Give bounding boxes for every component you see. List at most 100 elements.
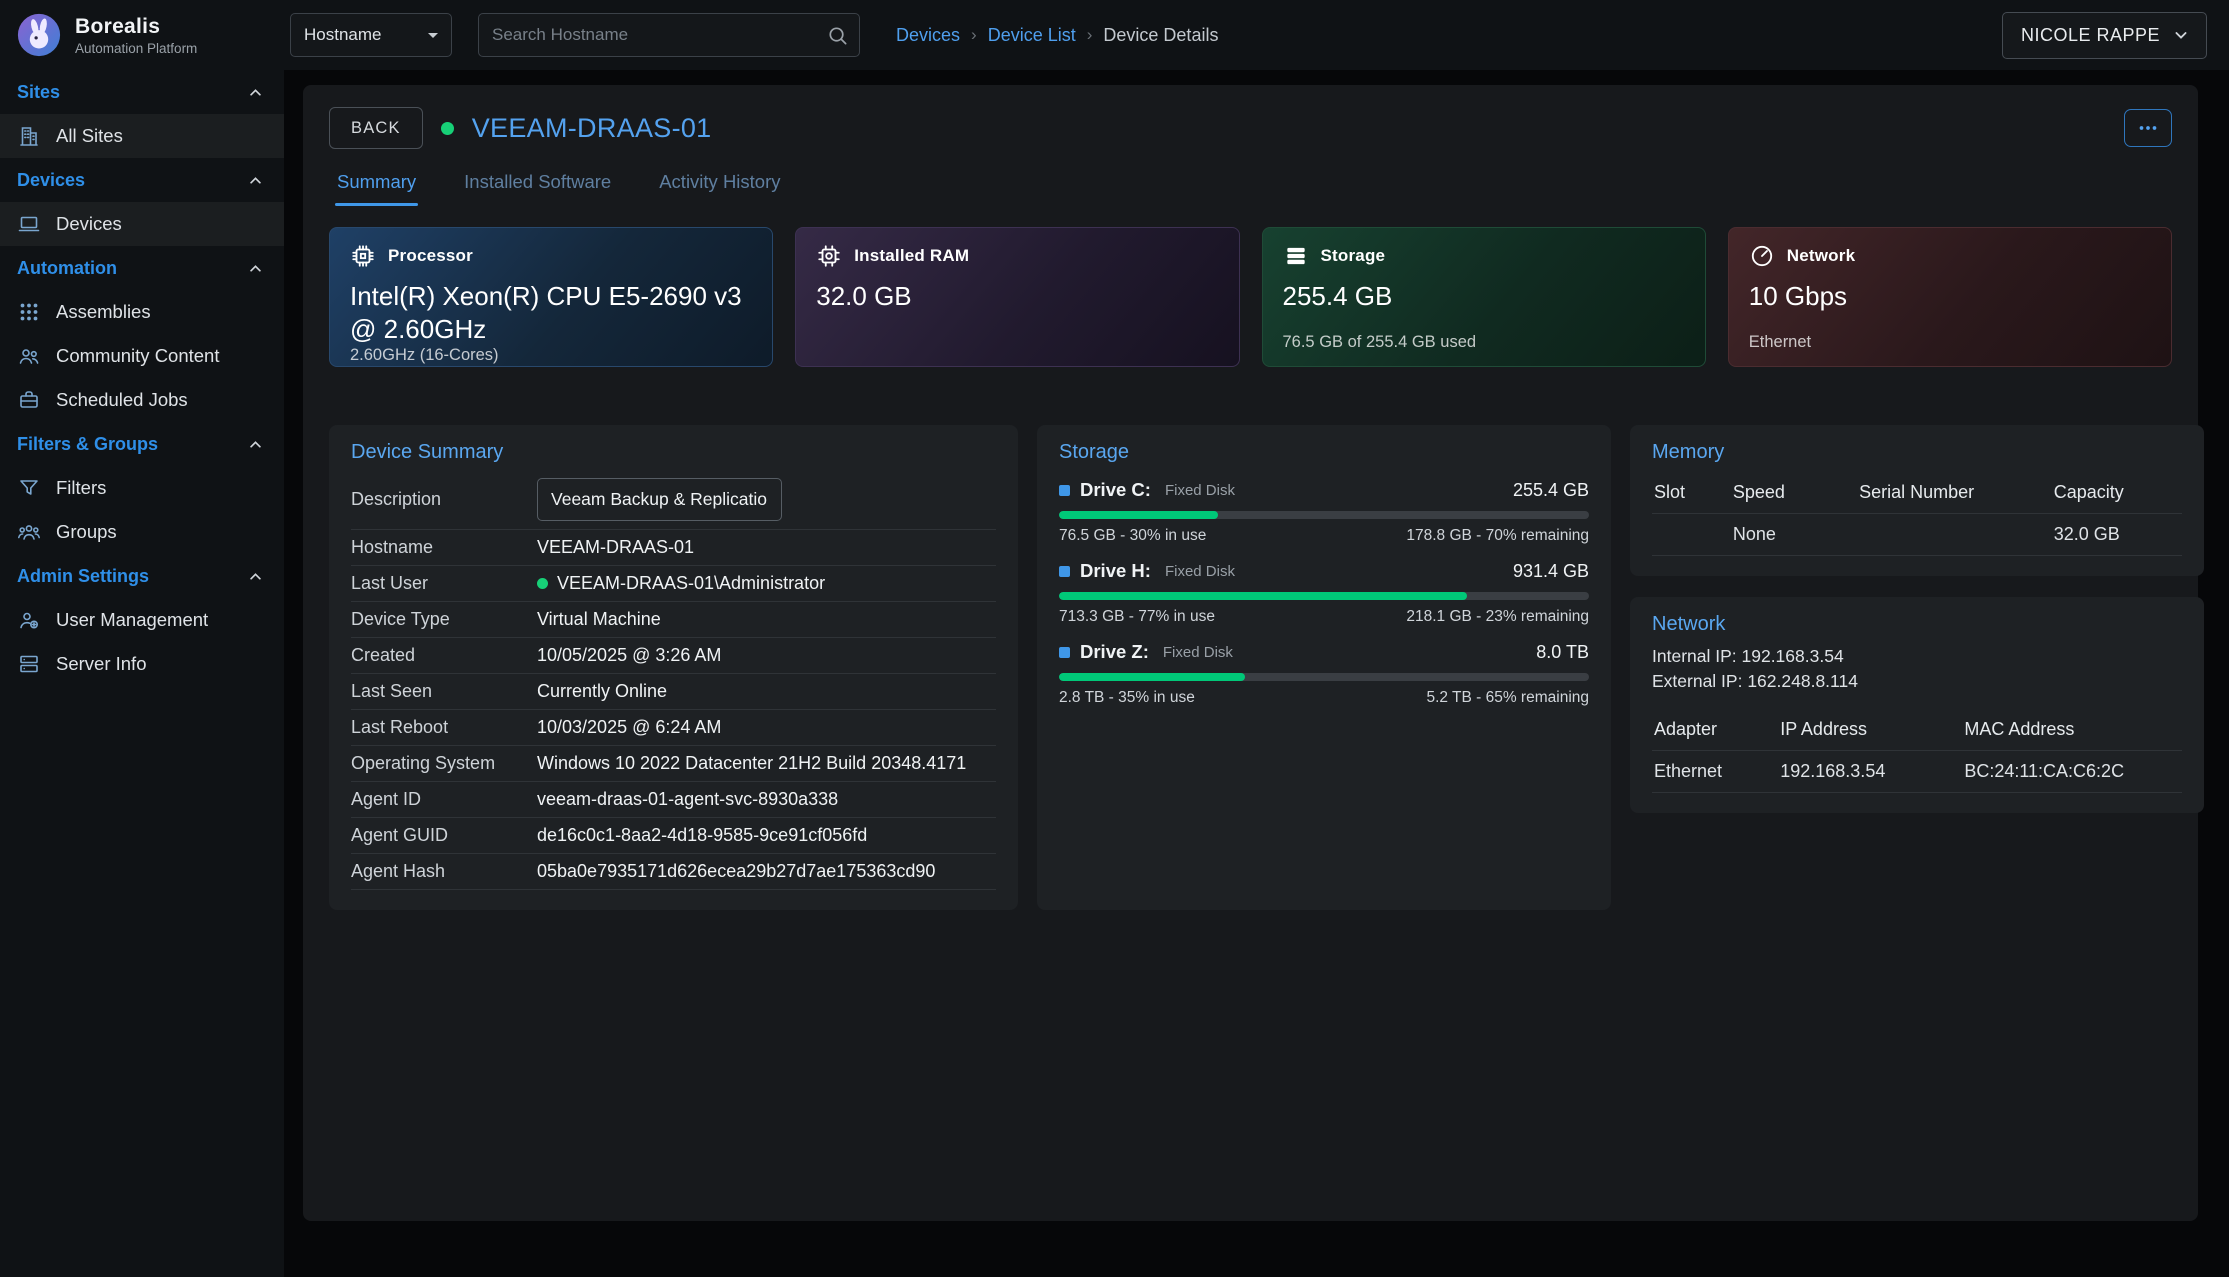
storage-card: Storage 255.4 GB 76.5 GB of 255.4 GB use… bbox=[1262, 227, 1706, 367]
drive-remaining-text: 218.1 GB - 23% remaining bbox=[1406, 608, 1589, 626]
section-label: Automation bbox=[17, 258, 117, 279]
search-input[interactable] bbox=[492, 25, 826, 45]
tab-activity-history[interactable]: Activity History bbox=[657, 159, 782, 206]
storage-stack-icon bbox=[1283, 243, 1309, 269]
network-panel-title: Network bbox=[1652, 613, 2182, 636]
ram-value: 32.0 GB bbox=[816, 280, 1218, 313]
description-input[interactable] bbox=[537, 478, 782, 521]
breadcrumb-device-list[interactable]: Device List bbox=[988, 25, 1076, 46]
network-table: Adapter IP Address MAC Address Ethernet … bbox=[1652, 709, 2182, 793]
back-button[interactable]: BACK bbox=[329, 107, 423, 149]
more-horizontal-icon bbox=[2135, 115, 2161, 141]
cpu-icon bbox=[350, 243, 376, 269]
summary-row-last-reboot: Last Reboot 10/03/2025 @ 6:24 AM bbox=[351, 710, 996, 746]
search-field-dropdown-value: Hostname bbox=[304, 25, 381, 45]
grid-icon bbox=[17, 300, 41, 324]
internal-ip: Internal IP: 192.168.3.54 bbox=[1652, 644, 2182, 669]
sidebar-item-user-management[interactable]: User Management bbox=[0, 598, 284, 642]
chevron-up-icon bbox=[245, 82, 266, 103]
search-icon[interactable] bbox=[826, 24, 849, 47]
sidebar-item-all-sites[interactable]: All Sites bbox=[0, 114, 284, 158]
drive-h-row: Drive H: Fixed Disk 931.4 GB 713.3 GB - … bbox=[1059, 560, 1589, 626]
processor-card: Processor Intel(R) Xeon(R) CPU E5-2690 v… bbox=[329, 227, 773, 367]
brand-subtitle: Automation Platform bbox=[75, 41, 197, 56]
people-icon bbox=[17, 344, 41, 368]
section-label: Sites bbox=[17, 82, 60, 103]
storage-value: 255.4 GB bbox=[1283, 280, 1685, 313]
ram-subtext bbox=[816, 333, 1218, 353]
drive-bullet-icon bbox=[1059, 647, 1070, 658]
drive-remaining-text: 178.8 GB - 70% remaining bbox=[1406, 527, 1589, 545]
sidebar-item-label: Community Content bbox=[56, 345, 219, 367]
sidebar-section-devices[interactable]: Devices bbox=[0, 158, 284, 202]
summary-row-created: Created 10/05/2025 @ 3:26 AM bbox=[351, 638, 996, 674]
sidebar-item-server-info[interactable]: Server Info bbox=[0, 642, 284, 686]
storage-panel-title: Storage bbox=[1059, 441, 1589, 464]
sidebar-item-assemblies[interactable]: Assemblies bbox=[0, 290, 284, 334]
drive-c-row: Drive C: Fixed Disk 255.4 GB 76.5 GB - 3… bbox=[1059, 479, 1589, 545]
summary-row-device-type: Device Type Virtual Machine bbox=[351, 602, 996, 638]
sidebar-section-filters-groups[interactable]: Filters & Groups bbox=[0, 422, 284, 466]
card-title: Network bbox=[1787, 246, 1855, 266]
tab-installed-software[interactable]: Installed Software bbox=[462, 159, 613, 206]
chevron-down-icon bbox=[2170, 24, 2192, 46]
borealis-logo[interactable] bbox=[16, 12, 62, 58]
drive-usage-bar bbox=[1059, 592, 1589, 600]
drive-used-text: 713.3 GB - 77% in use bbox=[1059, 608, 1215, 626]
sidebar-section-automation[interactable]: Automation bbox=[0, 246, 284, 290]
topbar: Borealis Automation Platform Hostname De… bbox=[0, 0, 2229, 70]
card-title: Installed RAM bbox=[854, 246, 969, 266]
card-title: Storage bbox=[1321, 246, 1386, 266]
more-actions-button[interactable] bbox=[2124, 109, 2172, 147]
breadcrumb-separator: › bbox=[971, 25, 977, 45]
chevron-up-icon bbox=[245, 434, 266, 455]
user-menu-button[interactable]: NICOLE RAPPE bbox=[2002, 12, 2207, 59]
breadcrumb-devices[interactable]: Devices bbox=[896, 25, 960, 46]
sidebar-item-community-content[interactable]: Community Content bbox=[0, 334, 284, 378]
dropdown-caret-icon bbox=[421, 23, 445, 47]
ram-chip-icon bbox=[816, 243, 842, 269]
breadcrumb: Devices › Device List › Device Details bbox=[896, 25, 1218, 46]
drive-used-text: 2.8 TB - 35% in use bbox=[1059, 689, 1195, 707]
chevron-up-icon bbox=[245, 170, 266, 191]
sidebar-item-label: User Management bbox=[56, 609, 208, 631]
brand-name: Borealis bbox=[75, 15, 197, 39]
sidebar-item-label: Server Info bbox=[56, 653, 147, 675]
sidebar-item-devices[interactable]: Devices bbox=[0, 202, 284, 246]
section-label: Admin Settings bbox=[17, 566, 149, 587]
card-title: Processor bbox=[388, 246, 473, 266]
sidebar-section-admin-settings[interactable]: Admin Settings bbox=[0, 554, 284, 598]
sidebar-section-sites[interactable]: Sites bbox=[0, 70, 284, 114]
tab-summary[interactable]: Summary bbox=[335, 159, 418, 206]
sidebar-item-filters[interactable]: Filters bbox=[0, 466, 284, 510]
summary-row-last-seen: Last Seen Currently Online bbox=[351, 674, 996, 710]
filter-funnel-icon bbox=[17, 476, 41, 500]
sidebar-item-scheduled-jobs[interactable]: Scheduled Jobs bbox=[0, 378, 284, 422]
summary-row-agent-guid: Agent GUID de16c0c1-8aa2-4d18-9585-9ce91… bbox=[351, 818, 996, 854]
user-name: NICOLE RAPPE bbox=[2021, 25, 2160, 46]
laptop-icon bbox=[17, 212, 41, 236]
sidebar-item-label: Assemblies bbox=[56, 301, 151, 323]
drive-usage-bar bbox=[1059, 511, 1589, 519]
breadcrumb-current: Device Details bbox=[1103, 25, 1218, 46]
network-speed-icon bbox=[1749, 243, 1775, 269]
device-title: VEEAM-DRAAS-01 bbox=[472, 113, 712, 144]
building-icon bbox=[17, 124, 41, 148]
sidebar: Sites All Sites Devices Devices Automati… bbox=[0, 70, 284, 1277]
sidebar-item-label: Scheduled Jobs bbox=[56, 389, 188, 411]
summary-row-operating-system: Operating System Windows 10 2022 Datacen… bbox=[351, 746, 996, 782]
memory-panel: Memory Slot Speed Serial Number Capacity… bbox=[1630, 425, 2204, 576]
drive-usage-bar bbox=[1059, 673, 1589, 681]
network-table-row: Ethernet 192.168.3.54 BC:24:11:CA:C6:2C bbox=[1652, 751, 2182, 793]
sidebar-item-groups[interactable]: Groups bbox=[0, 510, 284, 554]
network-subtext: Ethernet bbox=[1749, 333, 2151, 353]
sidebar-item-label: Devices bbox=[56, 213, 122, 235]
storage-subtext: 76.5 GB of 255.4 GB used bbox=[1283, 333, 1685, 353]
brand: Borealis Automation Platform bbox=[0, 12, 284, 58]
network-card: Network 10 Gbps Ethernet bbox=[1728, 227, 2172, 367]
sidebar-item-label: Groups bbox=[56, 521, 117, 543]
storage-panel: Storage Drive C: Fixed Disk 255.4 GB 76.… bbox=[1037, 425, 1611, 910]
search-field-dropdown[interactable]: Hostname bbox=[290, 13, 452, 57]
main-content: BACK VEEAM-DRAAS-01 Summary Installed So… bbox=[284, 70, 2229, 1277]
drive-remaining-text: 5.2 TB - 65% remaining bbox=[1426, 689, 1589, 707]
